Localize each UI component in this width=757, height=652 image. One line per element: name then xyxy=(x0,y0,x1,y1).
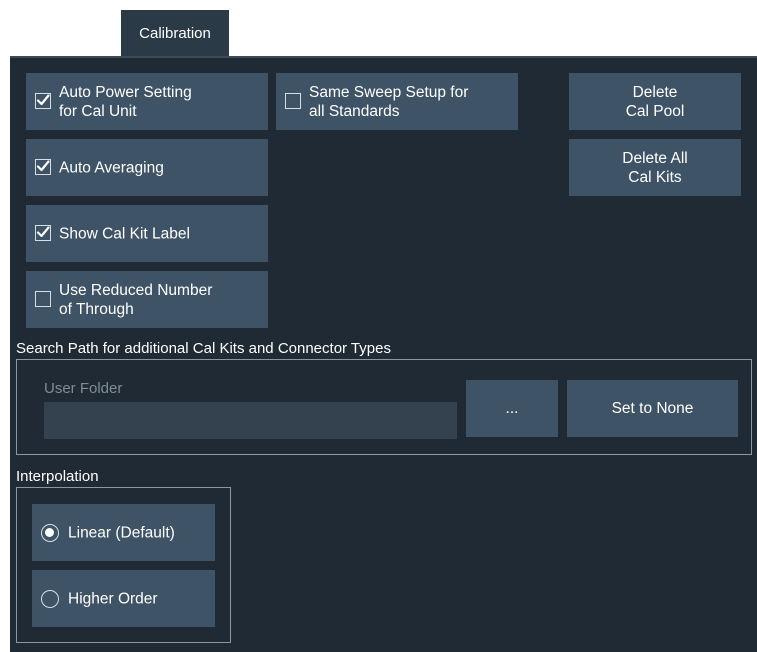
radio-icon xyxy=(41,589,59,608)
delete-all-cal-kits-label: Delete All Cal Kits xyxy=(622,149,688,186)
auto-power-setting-label: Auto Power Setting for Cal Unit xyxy=(59,83,192,120)
delete-cal-pool-label: Delete Cal Pool xyxy=(625,83,685,120)
search-path-title: Search Path for additional Cal Kits and … xyxy=(16,340,391,357)
set-to-none-button[interactable]: Set to None xyxy=(567,380,738,437)
auto-power-setting-checkbox[interactable]: Auto Power Setting for Cal Unit xyxy=(26,73,268,130)
auto-averaging-checkbox[interactable]: Auto Averaging xyxy=(26,139,268,196)
checkbox-icon xyxy=(35,92,51,109)
user-folder-label: User Folder xyxy=(44,380,123,397)
checkbox-icon xyxy=(35,224,51,241)
calibration-panel: Auto Power Setting for Cal Unit Same Swe… xyxy=(10,56,757,652)
auto-averaging-label: Auto Averaging xyxy=(59,159,164,176)
delete-cal-pool-button[interactable]: Delete Cal Pool xyxy=(569,73,741,130)
checkbox-icon xyxy=(35,158,51,175)
tab-calibration[interactable]: Calibration xyxy=(121,10,229,56)
browse-button-label: ... xyxy=(505,400,519,417)
radio-icon xyxy=(41,523,59,542)
interpolation-option-label: Linear (Default) xyxy=(68,524,175,541)
checkbox-icon xyxy=(35,290,51,307)
set-to-none-label: Set to None xyxy=(611,400,694,417)
reduced-through-label: Use Reduced Number of Through xyxy=(59,281,213,318)
interpolation-option-label: Higher Order xyxy=(68,590,158,607)
interpolation-option-higher-order[interactable]: Higher Order xyxy=(32,570,215,627)
same-sweep-setup-label: Same Sweep Setup for all Standards xyxy=(309,83,469,120)
delete-all-cal-kits-button[interactable]: Delete All Cal Kits xyxy=(569,139,741,196)
show-cal-kit-label-label: Show Cal Kit Label xyxy=(59,225,190,242)
radio-selected-dot xyxy=(45,527,54,537)
user-folder-input[interactable] xyxy=(44,402,457,439)
interpolation-title: Interpolation xyxy=(16,468,99,485)
show-cal-kit-label-checkbox[interactable]: Show Cal Kit Label xyxy=(26,205,268,262)
browse-button[interactable]: ... xyxy=(466,380,558,437)
interpolation-option-linear[interactable]: Linear (Default) xyxy=(32,504,215,561)
tab-calibration-label: Calibration xyxy=(139,24,211,42)
reduced-through-checkbox[interactable]: Use Reduced Number of Through xyxy=(26,271,268,328)
checkbox-icon xyxy=(285,92,301,109)
same-sweep-setup-checkbox[interactable]: Same Sweep Setup for all Standards xyxy=(276,73,518,130)
